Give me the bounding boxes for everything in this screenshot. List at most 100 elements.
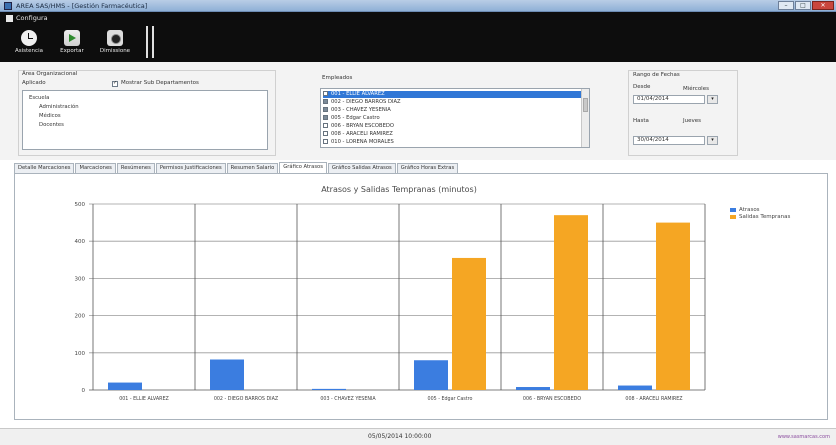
employee-list-item[interactable]: 001 - ELLIE ALVAREZ [323, 91, 585, 98]
from-date-spinner[interactable]: ▾ [707, 95, 718, 104]
employee-checkbox[interactable] [323, 91, 328, 96]
tab-gr-fico-salidas-atrasos[interactable]: Gráfico Salidas Atrasos [327, 163, 396, 173]
title-bar: AREA SAS/HMS - [Gestión Farmacéutica] – … [0, 0, 836, 12]
brand-link[interactable]: www.sasmarcas.com [778, 434, 830, 440]
tab-detalle-marcaciones[interactable]: Detalle Marcaciones [14, 163, 75, 173]
bar-atrasos [108, 382, 142, 390]
menu-label: Configura [16, 14, 48, 22]
employee-list-item[interactable]: 008 - ARACELI RAMIREZ [323, 131, 393, 138]
legend-item: Salidas Tempranas [730, 213, 790, 220]
menu-icon [6, 14, 13, 22]
legend-swatch [730, 207, 736, 212]
toolbar-separator [146, 26, 148, 58]
from-date-picker[interactable]: 01/04/2014 [633, 95, 705, 104]
to-date-spinner[interactable]: ▾ [707, 136, 718, 145]
employees-label: Empleados [322, 75, 353, 81]
bar-atrasos [312, 388, 346, 390]
clock-icon [21, 30, 37, 46]
from-label: Desde [633, 84, 651, 90]
tree-node-root[interactable]: Escuela [29, 95, 49, 101]
bar-salidas-tempranas [656, 222, 690, 390]
tab-gr-fico-atrasos[interactable]: Gráfico Atrasos [279, 162, 327, 173]
employee-list-item[interactable]: 010 - LORENA MORALES [323, 139, 394, 146]
bar-atrasos [516, 387, 550, 390]
employee-checkbox[interactable] [323, 115, 328, 120]
chart-legend: Atrasos Salidas Tempranas [730, 206, 790, 220]
y-tick-label: 500 [75, 202, 86, 208]
close-button[interactable]: ✕ [812, 1, 834, 10]
employee-checkbox[interactable] [323, 139, 328, 144]
to-weekday: Jueves [683, 118, 701, 124]
area-group-label: Área Organizacional [22, 71, 78, 77]
employee-checkbox[interactable] [323, 107, 328, 112]
employee-list-item[interactable]: 002 - DIEGO BARROS DIAZ [323, 99, 401, 106]
exportar-button[interactable]: Exportar [55, 30, 89, 54]
show-sub-departments-checkbox[interactable] [112, 80, 118, 87]
to-date-picker[interactable]: 30/04/2014 [633, 136, 705, 145]
chart-title: Atrasos y Salidas Tempranas (minutos) [321, 185, 477, 194]
employee-label: 001 - ELLIE ALVAREZ [331, 91, 385, 97]
legend-label: Atrasos [739, 206, 760, 213]
bar-chart: Atrasos y Salidas Tempranas (minutos) 0 10… [75, 185, 706, 402]
export-icon [64, 30, 80, 46]
employee-checkbox[interactable] [323, 123, 328, 128]
tab-resumen-salario[interactable]: Resumen Salario [226, 163, 279, 173]
employee-checkbox[interactable] [323, 131, 328, 136]
employees-list[interactable]: 001 - ELLIE ALVAREZ 002 - DIEGO BARROS DI… [320, 88, 590, 148]
filter-panel: Área Organizacional Aplicado Mostrar Sub… [0, 62, 836, 160]
tab-res-menes[interactable]: Resúmenes [116, 163, 155, 173]
legend-label: Salidas Tempranas [739, 213, 791, 220]
bar-atrasos [618, 385, 652, 390]
x-tick-label: 001 - ELLIE ALVAREZ [119, 396, 169, 402]
employee-label: 005 - Edgar Castro [331, 115, 380, 121]
toolbar-separator [152, 26, 154, 58]
employee-list-item[interactable]: 005 - Edgar Castro [323, 115, 380, 122]
maximize-button[interactable]: □ [795, 1, 811, 10]
y-tick-label: 0 [82, 388, 86, 394]
configura-menu[interactable]: Configura [6, 14, 48, 22]
y-tick-label: 100 [75, 351, 86, 357]
legend-swatch [730, 214, 736, 219]
employee-label: 003 - CHAVEZ YESENIA [331, 107, 391, 113]
toolbar-ribbon: Configura Asistencia Exportar Dimissione [0, 12, 836, 62]
app-icon [4, 2, 12, 10]
bar-salidas-tempranas [452, 257, 486, 390]
employee-checkbox[interactable] [323, 99, 328, 104]
to-label: Hasta [633, 118, 649, 124]
scrollbar-thumb[interactable] [583, 98, 588, 112]
employee-list-item[interactable]: 003 - CHAVEZ YESENIA [323, 107, 391, 114]
camera-icon [107, 30, 123, 46]
legend-item: Atrasos [730, 206, 790, 213]
x-tick-label: 003 - CHAVEZ YESENIA [320, 396, 376, 402]
bar-atrasos [210, 359, 244, 390]
window-title: AREA SAS/HMS - [Gestión Farmacéutica] [16, 2, 148, 10]
x-tick-label: 005 - Edgar Castro [428, 396, 473, 402]
x-tick-label: 002 - DIEGO BARROS DIAZ [214, 396, 279, 402]
area-sublabel: Aplicado [22, 80, 46, 86]
bar-atrasos [414, 360, 448, 390]
x-tick-label: 008 - ARACELI RAMIREZ [625, 396, 683, 402]
tree-node[interactable]: Administración [39, 104, 79, 110]
area-tree[interactable]: Escuela Administración Médicos Docentes [22, 90, 268, 150]
dimissione-button[interactable]: Dimissione [98, 30, 132, 54]
tab-marcaciones[interactable]: Marcaciones [75, 163, 116, 173]
employees-scrollbar[interactable] [581, 89, 589, 147]
show-sub-label: Mostrar Sub Departamentos [121, 80, 199, 86]
from-weekday: Miércoles [683, 86, 709, 92]
tab-gr-fico-horas-extras[interactable]: Gráfico Horas Extras [396, 163, 459, 173]
y-tick-label: 300 [75, 276, 86, 282]
tab-permisos-justificaciones[interactable]: Permisos Justificaciones [155, 163, 226, 173]
report-tabs: Detalle Marcaciones Marcaciones Resúmenes P… [14, 162, 459, 173]
minimize-button[interactable]: – [778, 1, 794, 10]
status-bar: 05/05/2014 10:00:00 www.sasmarcas.com [0, 428, 836, 445]
employee-label: 002 - DIEGO BARROS DIAZ [331, 99, 401, 105]
bar-salidas-tempranas [554, 215, 588, 390]
from-date-value: 01/04/2014 [637, 96, 669, 102]
y-tick-label: 200 [75, 314, 86, 320]
chart-panel: Atrasos y Salidas Tempranas (minutos) 0 10… [14, 173, 828, 420]
asistencia-button[interactable]: Asistencia [12, 30, 46, 54]
employee-label: 010 - LORENA MORALES [331, 139, 394, 145]
tree-node[interactable]: Docentes [39, 122, 64, 128]
employee-list-item[interactable]: 006 - BRYAN ESCOBEDO [323, 123, 394, 130]
tree-node[interactable]: Médicos [39, 113, 61, 119]
